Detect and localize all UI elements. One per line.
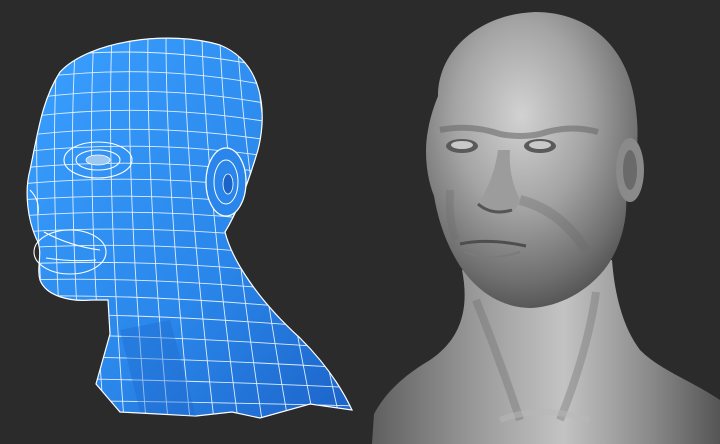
- wireframe-eye: [85, 154, 111, 166]
- wireframe-ear: [205, 147, 247, 217]
- shaded-head: [372, 12, 720, 444]
- render-canvas: [26, 12, 720, 444]
- wireframe-head: [26, 37, 354, 419]
- viewport: [0, 0, 720, 444]
